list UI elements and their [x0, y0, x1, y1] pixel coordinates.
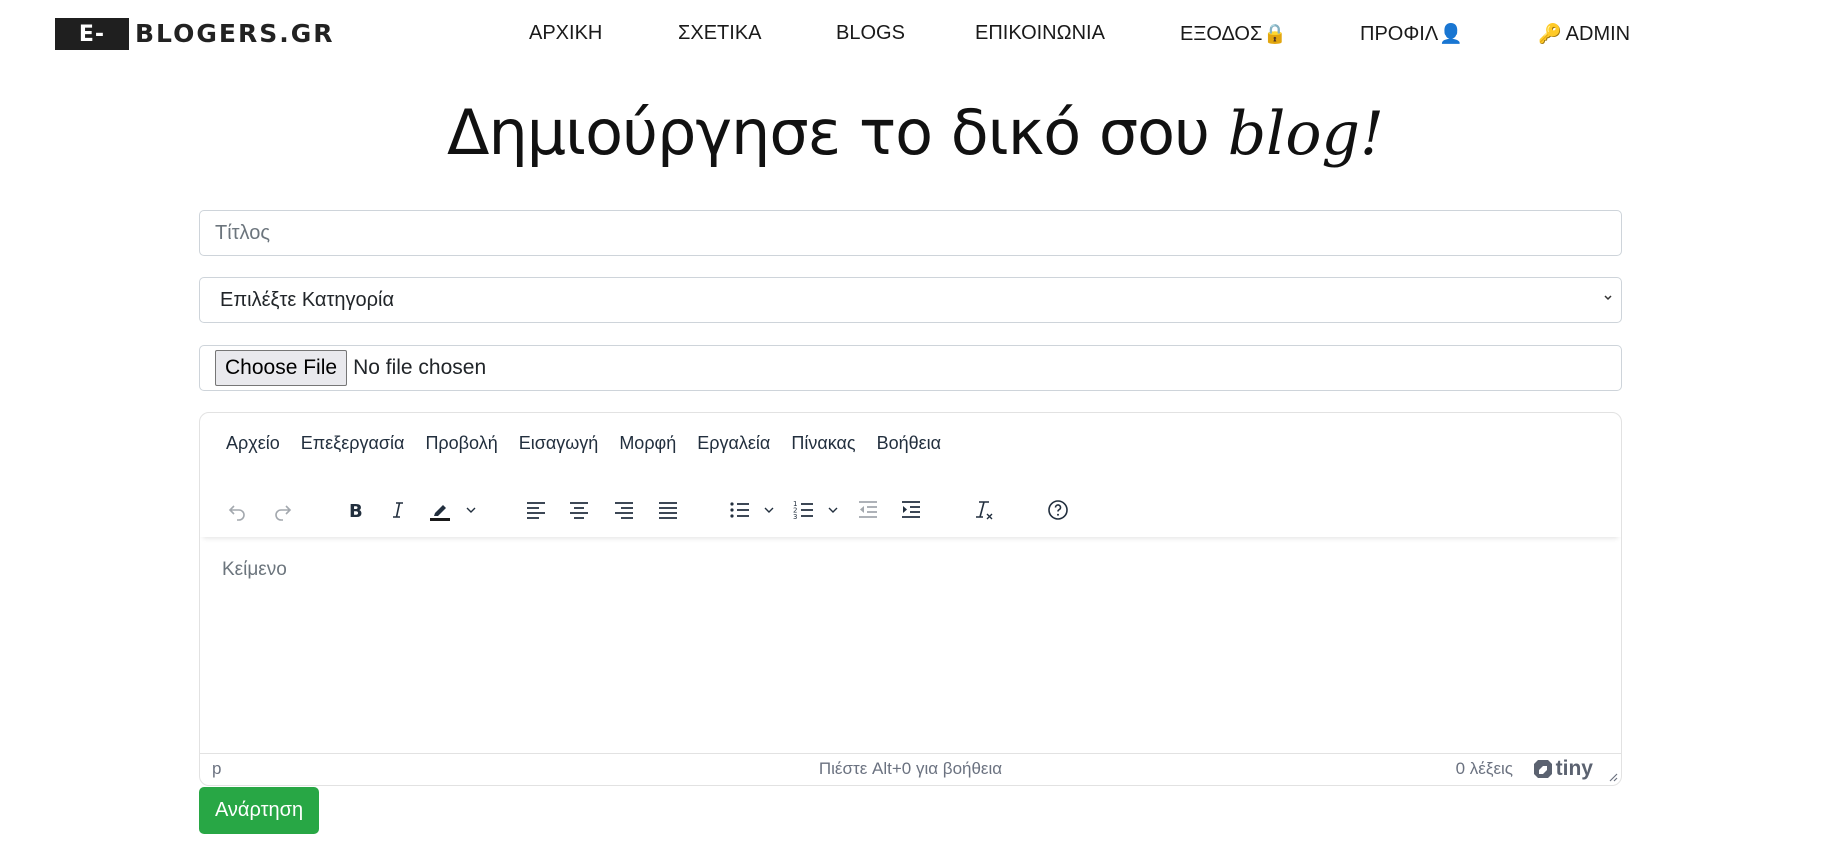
nav-logout-label: ΕΞΟΔΟΣ: [1180, 22, 1263, 45]
key-icon: 🔑: [1538, 24, 1562, 45]
category-select-value: Επιλέξτε Κατηγορία: [220, 288, 395, 311]
tiny-logo-icon: [1533, 760, 1552, 778]
menu-format[interactable]: Μορφή: [619, 433, 676, 459]
menu-edit[interactable]: Επεξεργασία: [301, 433, 405, 459]
top-navbar: E- BLOGERS.GR ΑΡΧΙΚΗ ΣΧΕΤΙΚΑ BLOGS ΕΠΙΚΟ…: [0, 0, 1831, 70]
title-input[interactable]: [199, 210, 1622, 256]
help-icon[interactable]: [1041, 493, 1075, 527]
menu-tools[interactable]: Εργαλεία: [697, 433, 770, 459]
word-count[interactable]: 0 λέξεις: [1456, 759, 1513, 779]
page-title: Δημιούργησε το δικό σου blog!: [0, 93, 1831, 174]
file-input[interactable]: Choose File No file chosen: [199, 345, 1622, 391]
align-center-icon[interactable]: [562, 493, 596, 527]
highlight-dropdown-chevron-icon[interactable]: [463, 493, 479, 527]
menu-table[interactable]: Πίνακας: [791, 433, 855, 459]
bold-icon[interactable]: B: [338, 493, 372, 527]
numbered-list-dropdown-chevron-icon[interactable]: [825, 493, 841, 527]
choose-file-button[interactable]: Choose File: [215, 350, 348, 386]
rich-text-editor: Αρχείο Επεξεργασία Προβολή Εισαγωγή Μορφ…: [199, 412, 1622, 786]
menu-view[interactable]: Προβολή: [425, 433, 497, 459]
editor-statusbar: p Πιέστε Alt+0 για βοήθεια 0 λέξεις tiny: [200, 753, 1621, 785]
nav-admin[interactable]: 🔑 ADMIN: [1538, 22, 1630, 46]
nav-contact[interactable]: ΕΠΙΚΟΙΝΩΝΙΑ: [975, 22, 1105, 45]
align-right-icon[interactable]: [607, 493, 641, 527]
nav-links: ΑΡΧΙΚΗ ΣΧΕΤΙΚΑ BLOGS ΕΠΙΚΟΙΝΩΝΙΑ ΕΞΟΔΟΣ …: [0, 22, 1831, 48]
italic-icon[interactable]: [381, 493, 415, 527]
align-left-icon[interactable]: [519, 493, 553, 527]
user-icon: 👤: [1439, 24, 1463, 45]
nav-home[interactable]: ΑΡΧΙΚΗ: [529, 22, 602, 45]
outdent-icon[interactable]: [851, 493, 885, 527]
svg-text:B: B: [349, 501, 363, 522]
nav-profile[interactable]: ΠΡΟΦΙΛ 👤: [1360, 22, 1463, 46]
menu-file[interactable]: Αρχείο: [226, 433, 280, 459]
svg-text:3: 3: [793, 513, 797, 521]
editor-placeholder: Κείμενο: [222, 559, 287, 580]
indent-icon[interactable]: [894, 493, 928, 527]
bullet-list-dropdown-chevron-icon[interactable]: [761, 493, 777, 527]
tiny-brand-label: tiny: [1555, 757, 1593, 780]
editor-menubar: Αρχείο Επεξεργασία Προβολή Εισαγωγή Μορφ…: [226, 433, 962, 459]
nav-about[interactable]: ΣΧΕΤΙΚΑ: [678, 22, 762, 45]
clear-formatting-icon[interactable]: [966, 493, 1000, 527]
chevron-down-icon: [1603, 291, 1613, 308]
help-hint: Πιέστε Alt+0 για βοήθεια: [818, 759, 1003, 778]
file-status: No file chosen: [353, 356, 487, 379]
editor-toolbar: B 123: [200, 481, 1621, 537]
menu-insert[interactable]: Εισαγωγή: [519, 433, 599, 459]
page-title-main: Δημιούργησε το δικό σου: [447, 96, 1210, 169]
page-title-script: blog!: [1227, 99, 1384, 169]
tiny-branding[interactable]: tiny: [1533, 757, 1593, 781]
bullet-list-icon[interactable]: [723, 493, 757, 527]
menu-help[interactable]: Βοήθεια: [877, 433, 941, 459]
nav-logout[interactable]: ΕΞΟΔΟΣ 🔒: [1180, 22, 1287, 46]
nav-blogs[interactable]: BLOGS: [836, 22, 905, 45]
category-select[interactable]: Επιλέξτε Κατηγορία: [199, 277, 1622, 323]
lock-icon: 🔒: [1263, 24, 1288, 45]
undo-icon[interactable]: [220, 493, 254, 527]
submit-post-button[interactable]: Ανάρτηση: [199, 787, 319, 834]
numbered-list-icon[interactable]: 123: [787, 493, 821, 527]
resize-handle-icon[interactable]: [1608, 772, 1618, 782]
highlight-color-icon[interactable]: [423, 493, 457, 527]
nav-admin-label: ADMIN: [1565, 22, 1631, 45]
nav-profile-label: ΠΡΟΦΙΛ: [1360, 22, 1439, 45]
align-justify-icon[interactable]: [651, 493, 685, 527]
editor-content-area[interactable]: Κείμενο: [200, 537, 1621, 755]
redo-icon[interactable]: [266, 493, 300, 527]
